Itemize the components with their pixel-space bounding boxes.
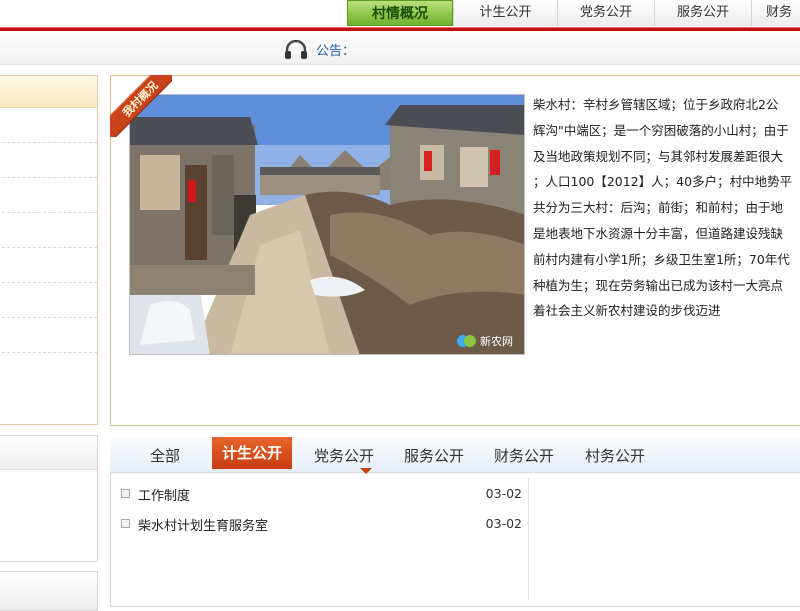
tab-village-overview[interactable]: 村情概况 [347, 0, 453, 26]
tab-family-planning[interactable]: 计生公开 [453, 0, 557, 26]
overview-line: 是地表地下水资源十分丰富，但道路建设残缺 [533, 225, 784, 241]
notice-label: 公告： [316, 44, 356, 59]
overview-line: 辉沟"中端区；是一个穷困破落的小山村；由于 [533, 122, 789, 138]
left-menu-row[interactable] [0, 178, 97, 213]
info-tab-finance[interactable]: 财务公开 [494, 445, 554, 466]
photo-watermark: 新农网 [480, 334, 513, 348]
list-item-title[interactable]: 工作制度 [138, 485, 190, 504]
village-photo: 新农网 [129, 94, 525, 355]
tab-services[interactable]: 服务公开 [654, 0, 751, 26]
left-menu-row[interactable] [0, 318, 97, 353]
overview-line: 共分为三大村：后沟；前街；和前村；由于地 [533, 200, 784, 216]
top-nav: 村情概况 计生公开 党务公开 服务公开 财务 [0, 0, 800, 28]
left-menu-row[interactable] [0, 283, 97, 318]
info-tab-family-planning[interactable]: 计生公开 [212, 437, 293, 469]
left-menu-row[interactable] [0, 248, 97, 283]
list-item[interactable]: 柴水村计划生育服务室 03-02 [110, 508, 528, 538]
bullet-icon [121, 489, 130, 498]
left-secondary-header [0, 436, 97, 470]
list-item[interactable]: 工作制度 03-02 [110, 478, 528, 508]
info-tab-village-affairs[interactable]: 村务公开 [585, 445, 645, 466]
list-item-date: 03-02 [485, 486, 522, 501]
overview-ribbon: 我村概况 [110, 75, 172, 137]
tab-finance[interactable]: 财务 [751, 0, 800, 26]
list-item-title[interactable]: 柴水村计划生育服务室 [138, 515, 268, 534]
left-menu-header [0, 76, 97, 108]
left-secondary-box [0, 435, 98, 562]
left-menu-row[interactable] [0, 353, 97, 388]
left-menu-row[interactable] [0, 213, 97, 248]
headphones-icon [284, 39, 308, 60]
info-tabbar: 全部 计生公开 党务公开 服务公开 财务公开 村务公开 [110, 437, 800, 474]
top-nav-tabs: 村情概况 计生公开 党务公开 服务公开 财务 [347, 0, 800, 26]
left-menu-row[interactable] [0, 143, 97, 178]
info-tab-all[interactable]: 全部 [150, 445, 180, 466]
overview-line: 柴水村：辛村乡管辖区域；位于乡政府北2公 [533, 97, 779, 112]
overview-line: 种植为生；现在劳务输出已成为该村一大亮点 [533, 277, 784, 293]
overview-line: 着社会主义新农村建设的步伐迈进 [533, 303, 721, 319]
info-list: 工作制度 03-02 柴水村计划生育服务室 03-02 [110, 478, 528, 538]
overview-line: 及当地政策规划不同；与其邻村发展差距很大 [533, 148, 784, 164]
info-tab-services[interactable]: 服务公开 [404, 445, 464, 466]
active-tab-pointer [360, 468, 372, 474]
info-tab-party-affairs[interactable]: 党务公开 [314, 445, 374, 466]
left-menu-box [0, 75, 98, 425]
left-menu-row[interactable] [0, 108, 97, 143]
list-divider [528, 478, 529, 600]
bullet-icon [121, 519, 130, 528]
overview-line: ；人口100【2012】人；40多户；村中地势平 [533, 174, 793, 190]
left-third-box-header [0, 571, 98, 611]
notice-bar: 公告： [0, 31, 800, 65]
overview-text: 柴水村：辛村乡管辖区域；位于乡政府北2公 辉沟"中端区；是一个穷困破落的小山村；… [533, 92, 800, 324]
overview-ribbon-label: 我村概况 [110, 75, 172, 137]
list-item-date: 03-02 [485, 516, 522, 531]
overview-line: 前村内建有小学1所；乡级卫生室1所；70年代 [533, 251, 790, 267]
tab-party-affairs[interactable]: 党务公开 [557, 0, 654, 26]
